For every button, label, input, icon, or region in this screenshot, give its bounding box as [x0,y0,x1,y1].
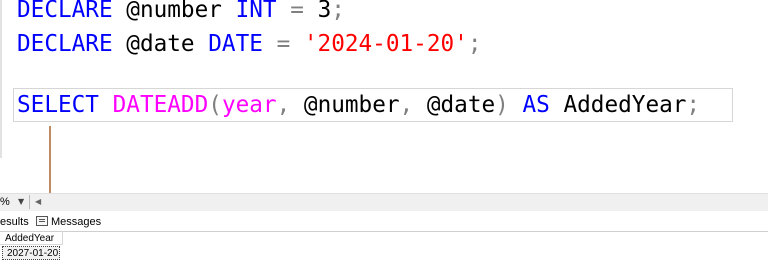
zoom-level[interactable]: % [0,195,10,209]
divider [29,195,30,209]
semicolon: ; [331,0,345,23]
tab-messages-label: Messages [51,216,102,228]
tab-results[interactable]: esults [0,214,29,230]
keyword-as: AS [522,92,550,118]
comma: , [399,92,427,118]
number-literal: 3 [317,0,332,23]
assign-operator: = [262,31,304,57]
editor-gutter [0,0,2,158]
semicolon: ; [467,31,482,57]
column-alias: AddedYear [549,92,687,118]
results-grid[interactable]: AddedYear 2027-01-20 [0,232,768,268]
code-line-3[interactable]: SELECT DATEADD(year, @number, @date) AS … [17,90,700,120]
variable-date: @date [426,92,496,118]
open-paren: ( [208,92,222,118]
editor-status-bar: % ▼ ◀ [0,193,768,211]
code-line-2[interactable]: DECLARE @date DATE = '2024-01-20'; [17,29,481,59]
close-paren: ) [495,92,509,118]
type-int: INT [235,0,277,23]
variable-number: @number [303,92,400,118]
variable-number: @number [126,0,222,23]
comma: , [276,92,304,118]
scroll-left-icon[interactable]: ◀ [35,195,41,209]
query-editor[interactable]: DECLARE @number INT = 3; DECLARE @date D… [0,0,768,193]
semicolon: ; [686,92,701,118]
grid-cell[interactable]: 2027-01-20 [2,246,60,260]
datepart-year: year [221,92,277,118]
column-header[interactable]: AddedYear [0,232,63,245]
messages-icon [36,216,48,226]
variable-date: @date [126,31,195,57]
results-tab-strip: esults Messages [0,211,768,232]
type-date: DATE [208,31,263,57]
function-dateadd: DATEADD [112,92,209,118]
keyword-declare: DECLARE [17,0,113,23]
code-line-1[interactable]: DECLARE @number INT = 3; [17,0,345,25]
tab-messages[interactable]: Messages [36,214,101,230]
string-literal: '2024-01-20' [303,31,468,57]
assign-operator: = [276,0,318,23]
chevron-down-icon[interactable]: ▼ [18,195,24,209]
keyword-select: SELECT [17,92,99,118]
keyword-declare: DECLARE [17,31,113,57]
